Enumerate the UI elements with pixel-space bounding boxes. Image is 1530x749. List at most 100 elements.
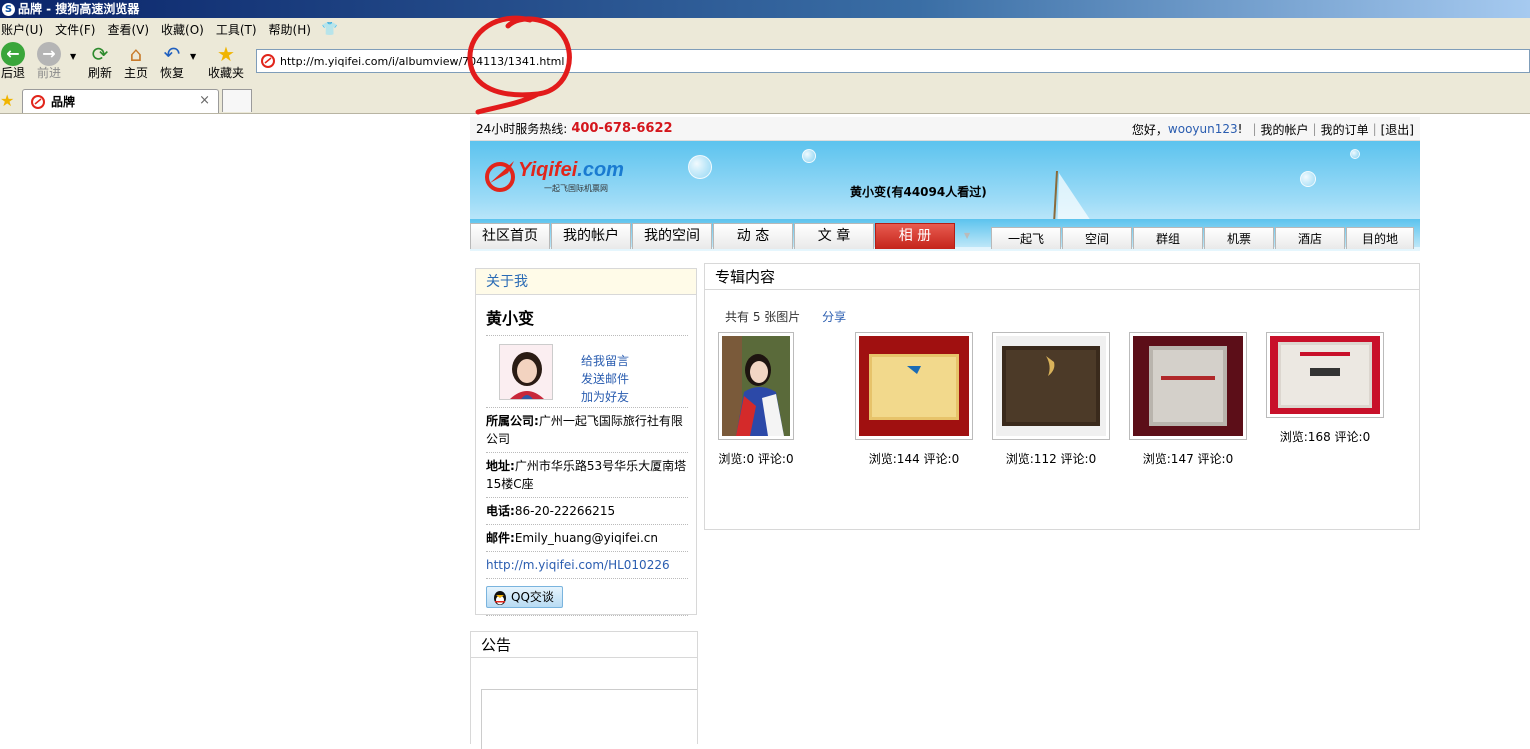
tab-favicon-icon <box>31 94 45 109</box>
tab-hotels[interactable]: 酒店 <box>1275 227 1345 249</box>
tab-community-home[interactable]: 社区首页 <box>470 223 550 249</box>
tab-activity[interactable]: 动 态 <box>713 223 793 249</box>
company-row: 所属公司:广州一起飞国际旅行社有限公司 <box>486 408 688 453</box>
nav-dropdown-icon[interactable]: ▼ <box>964 231 970 240</box>
send-email-link[interactable]: 发送邮件 <box>581 370 629 388</box>
photo-item: 浏览:147 评论:0 <box>1129 332 1247 467</box>
tab-articles[interactable]: 文 章 <box>794 223 874 249</box>
menu-favorites[interactable]: 收藏(O) <box>160 21 205 38</box>
back-button[interactable]: ← 后退 <box>0 42 30 80</box>
address-bar[interactable]: http://m.yiqifei.com/i/albumview/704113/… <box>256 49 1530 73</box>
email-row: 邮件:Emily_huang@yiqifei.cn <box>486 525 688 552</box>
photo-item: 浏览:168 评论:0 <box>1266 332 1384 445</box>
greeting: 您好， <box>1131 122 1168 137</box>
photo-stats: 浏览:168 评论:0 <box>1279 430 1371 444</box>
menu-view[interactable]: 查看(V) <box>106 21 150 38</box>
favorite-star-icon[interactable]: ★ <box>0 91 14 110</box>
photo-item: 浏览:112 评论:0 <box>992 332 1110 467</box>
notice-content-box <box>481 689 697 749</box>
my-account-link[interactable]: 我的帐户 <box>1261 121 1309 138</box>
tab-flights[interactable]: 机票 <box>1204 227 1274 249</box>
photo-thumbnail[interactable] <box>855 332 973 440</box>
logo-plane-icon <box>485 161 515 192</box>
tab-my-space[interactable]: 我的空间 <box>632 223 712 249</box>
favorites-button[interactable]: ★ 收藏夹 <box>206 42 246 80</box>
photo-stats: 浏览:112 评论:0 <box>1005 452 1097 466</box>
menu-tools[interactable]: 工具(T) <box>215 21 258 38</box>
album-panel: 专辑内容 共有 5 张图片 分享 浏览:0 评论:0 浏览:144 评论:0 浏… <box>704 263 1420 530</box>
main-navigation: 社区首页 我的帐户 我的空间 动 态 文 章 相 册 ▼ 一起飞 空间 群组 机… <box>470 219 1420 249</box>
menu-help[interactable]: 帮助(H) <box>268 21 312 38</box>
photo-item: 浏览:0 评论:0 <box>718 332 794 467</box>
bubble-decoration <box>1300 171 1316 187</box>
undo-icon: ↶ <box>163 42 181 66</box>
tab-yiqifei[interactable]: 一起飞 <box>991 227 1061 249</box>
username-link[interactable]: wooyun123! <box>1168 122 1243 136</box>
photo-thumbnail[interactable] <box>1266 332 1384 418</box>
skin-shirt-icon[interactable]: 👕 <box>322 22 338 37</box>
forward-arrow-icon: → <box>37 42 61 66</box>
my-orders-link[interactable]: 我的订单 <box>1321 121 1369 138</box>
menu-account[interactable]: 账户(U) <box>0 21 44 38</box>
user-links: 您好， wooyun123! | 我的帐户 | 我的订单 | [退出] <box>1131 121 1414 138</box>
avatar[interactable] <box>499 344 553 400</box>
tab-close-icon[interactable]: × <box>199 93 210 108</box>
notice-header: 公告 <box>471 632 697 658</box>
logo-slogan: 一起飞国际机票网 <box>544 184 608 193</box>
photo-thumbnail[interactable] <box>992 332 1110 440</box>
site-favicon-icon <box>261 54 275 68</box>
restore-dropdown-icon[interactable]: ▼ <box>190 52 196 61</box>
star-icon: ★ <box>217 42 235 66</box>
album-viewer-title: 黄小变(有44094人看过) <box>850 185 987 199</box>
photo-stats: 浏览:0 评论:0 <box>718 452 794 466</box>
sogou-browser-icon: S <box>2 2 15 16</box>
about-me-panel: 关于我 黄小变 给我留言 发送邮件 加为好友 所属公司:广州一起飞国际旅行社有限… <box>475 268 697 616</box>
tab-destinations[interactable]: 目的地 <box>1346 227 1414 249</box>
photo-count: 共有 5 张图片 <box>725 310 801 324</box>
album-header: 专辑内容 <box>705 264 1419 290</box>
home-button[interactable]: ⌂ 主页 <box>119 42 153 80</box>
plaque-association-member-image <box>996 336 1106 436</box>
tab-bar: ★ 品牌 × <box>0 88 1530 114</box>
refresh-button[interactable]: ⟳ 刷新 <box>83 42 117 80</box>
photo-thumbnail[interactable] <box>718 332 794 440</box>
notice-panel: 公告 <box>470 631 698 749</box>
logout-link[interactable]: [退出] <box>1381 121 1414 138</box>
home-icon: ⌂ <box>129 42 143 66</box>
qq-penguin-icon <box>494 591 506 605</box>
add-friend-link[interactable]: 加为好友 <box>581 388 629 406</box>
tab-space[interactable]: 空间 <box>1062 227 1132 249</box>
photo-thumbnail[interactable] <box>1129 332 1247 440</box>
tab-groups[interactable]: 群组 <box>1133 227 1203 249</box>
tab-album[interactable]: 相 册 <box>875 223 955 249</box>
new-tab-button[interactable] <box>222 89 252 112</box>
yiqifei-logo[interactable]: Yiqifei.com 一起飞国际机票网 <box>484 153 634 199</box>
tab-my-account[interactable]: 我的帐户 <box>551 223 631 249</box>
address-row: 地址:广州市华乐路53号华乐大厦南塔15楼C座 <box>486 453 688 498</box>
forward-dropdown-icon[interactable]: ▼ <box>70 52 76 61</box>
back-arrow-icon: ← <box>1 42 25 66</box>
menubar: 账户(U) 文件(F) 查看(V) 收藏(O) 工具(T) 帮助(H) 👕 <box>0 18 1530 40</box>
top-info-bar: 24小时服务热线: 400-678-6622 您好， wooyun123! | … <box>470 117 1420 141</box>
bubble-decoration <box>802 149 816 163</box>
photo-item: 浏览:144 评论:0 <box>855 332 973 467</box>
web-page: 24小时服务热线: 400-678-6622 您好， wooyun123! | … <box>470 117 1420 749</box>
photo-stats: 浏览:144 评论:0 <box>868 452 960 466</box>
window-titlebar: S 品牌 - 搜狗高速浏览器 <box>0 0 1530 18</box>
plaque-certificate-image <box>1133 336 1243 436</box>
leave-message-link[interactable]: 给我留言 <box>581 352 629 370</box>
tab-title: 品牌 <box>51 95 76 109</box>
tab-active[interactable]: 品牌 × <box>22 89 219 113</box>
avatar-portrait-image <box>500 345 552 399</box>
profile-name: 黄小变 <box>486 295 688 336</box>
plaque-famous-trademark-image <box>1270 336 1380 414</box>
share-link[interactable]: 分享 <box>822 310 846 324</box>
girl-portrait-image <box>722 336 790 436</box>
restore-button[interactable]: ↶ 恢复 <box>155 42 189 80</box>
qq-chat-button[interactable]: QQ交谈 <box>486 586 563 608</box>
homepage-link[interactable]: http://m.yiqifei.com/HL010226 <box>486 558 670 572</box>
about-header: 关于我 <box>476 269 696 295</box>
forward-button[interactable]: → 前进 <box>32 42 66 80</box>
address-url[interactable]: http://m.yiqifei.com/i/albumview/704113/… <box>280 55 564 68</box>
menu-file[interactable]: 文件(F) <box>54 21 96 38</box>
